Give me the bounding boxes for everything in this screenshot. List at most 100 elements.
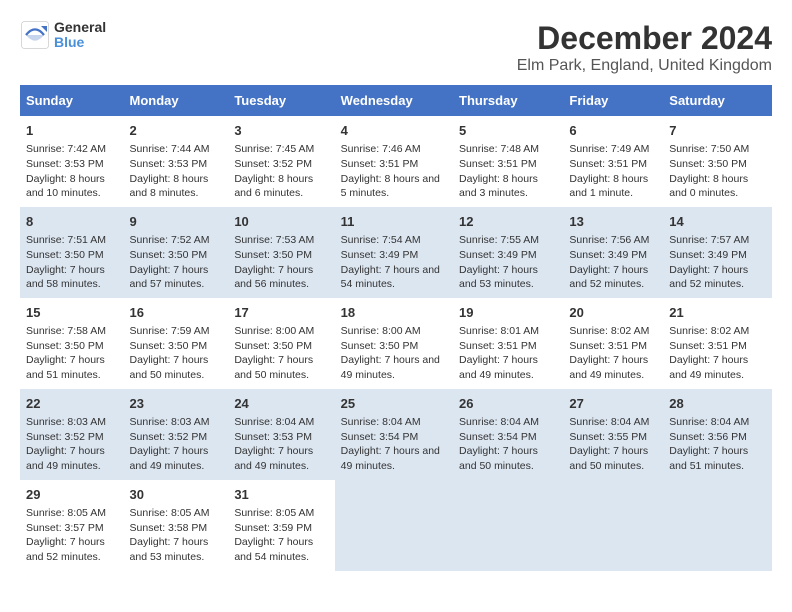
- day-number: 9: [130, 213, 223, 231]
- table-row: 15Sunrise: 7:58 AM Sunset: 3:50 PM Dayli…: [20, 298, 772, 389]
- header-row: Sunday Monday Tuesday Wednesday Thursday…: [20, 85, 772, 116]
- day-number: 16: [130, 304, 223, 322]
- day-info: Sunrise: 8:00 AM Sunset: 3:50 PM Dayligh…: [341, 324, 447, 383]
- table-row: 29 Sunrise: 8:05 AM Sunset: 3:57 PM Dayli…: [20, 480, 772, 571]
- table-cell: 25Sunrise: 8:04 AM Sunset: 3:54 PM Dayli…: [335, 389, 453, 480]
- table-cell: 3 Sunrise: 7:45 AM Sunset: 3:52 PM Daylig…: [228, 116, 334, 207]
- day-number: 24: [234, 395, 328, 413]
- table-cell: 16 Sunrise: 7:59 AM Sunset: 3:50 PM Dayli…: [124, 298, 229, 389]
- day-info: Sunrise: 8:04 AM Sunset: 3:54 PM Dayligh…: [459, 415, 557, 474]
- table-cell: 31 Sunrise: 8:05 AM Sunset: 3:59 PM Dayli…: [228, 480, 334, 571]
- day-number: 22: [26, 395, 118, 413]
- day-info: Sunrise: 8:02 AM Sunset: 3:51 PM Dayligh…: [669, 324, 766, 383]
- day-info: Sunrise: 8:05 AM Sunset: 3:59 PM Dayligh…: [234, 506, 328, 565]
- table-cell: 18 Sunrise: 8:00 AM Sunset: 3:50 PM Dayli…: [335, 298, 453, 389]
- logo: General Blue: [20, 20, 106, 51]
- day-info: Sunrise: 7:52 AM Sunset: 3:50 PM Dayligh…: [130, 233, 223, 292]
- day-info: Sunrise: 7:57 AM Sunset: 3:49 PM Dayligh…: [669, 233, 766, 292]
- table-cell: 4 Sunrise: 7:46 AM Sunset: 3:51 PM Daylig…: [335, 116, 453, 207]
- table-cell: 11Sunrise: 7:54 AM Sunset: 3:49 PM Dayli…: [335, 207, 453, 298]
- table-cell: [335, 480, 453, 571]
- day-number: 14: [669, 213, 766, 231]
- day-number: 2: [130, 122, 223, 140]
- day-number: 5: [459, 122, 557, 140]
- day-number: 28: [669, 395, 766, 413]
- day-info: Sunrise: 8:05 AM Sunset: 3:57 PM Dayligh…: [26, 506, 118, 565]
- day-number: 25: [341, 395, 447, 413]
- day-number: 1: [26, 122, 118, 140]
- subtitle: Elm Park, England, United Kingdom: [517, 57, 772, 75]
- day-number: 30: [130, 486, 223, 504]
- day-number: 20: [569, 304, 657, 322]
- table-cell: 17Sunrise: 8:00 AM Sunset: 3:50 PM Dayli…: [228, 298, 334, 389]
- table-cell: 13 Sunrise: 7:56 AM Sunset: 3:49 PM Dayli…: [563, 207, 663, 298]
- table-cell: 14 Sunrise: 7:57 AM Sunset: 3:49 PM Dayli…: [663, 207, 772, 298]
- day-info: Sunrise: 8:02 AM Sunset: 3:51 PM Dayligh…: [569, 324, 657, 383]
- table-cell: 5 Sunrise: 7:48 AM Sunset: 3:51 PM Daylig…: [453, 116, 563, 207]
- table-cell: 10Sunrise: 7:53 AM Sunset: 3:50 PM Dayli…: [228, 207, 334, 298]
- table-cell: 21 Sunrise: 8:02 AM Sunset: 3:51 PM Dayli…: [663, 298, 772, 389]
- day-info: Sunrise: 7:56 AM Sunset: 3:49 PM Dayligh…: [569, 233, 657, 292]
- day-info: Sunrise: 8:04 AM Sunset: 3:53 PM Dayligh…: [234, 415, 328, 474]
- table-cell: 6 Sunrise: 7:49 AM Sunset: 3:51 PM Daylig…: [563, 116, 663, 207]
- day-info: Sunrise: 7:48 AM Sunset: 3:51 PM Dayligh…: [459, 142, 557, 201]
- header: General Blue December 2024 Elm Park, Eng…: [20, 20, 772, 75]
- day-info: Sunrise: 7:42 AM Sunset: 3:53 PM Dayligh…: [26, 142, 118, 201]
- day-info: Sunrise: 8:00 AM Sunset: 3:50 PM Dayligh…: [234, 324, 328, 383]
- day-info: Sunrise: 7:49 AM Sunset: 3:51 PM Dayligh…: [569, 142, 657, 201]
- main-title: December 2024: [517, 20, 772, 57]
- logo-icon: [20, 20, 50, 50]
- table-cell: 19Sunrise: 8:01 AM Sunset: 3:51 PM Dayli…: [453, 298, 563, 389]
- calendar-table: Sunday Monday Tuesday Wednesday Thursday…: [20, 85, 772, 571]
- table-cell: [563, 480, 663, 571]
- day-info: Sunrise: 7:46 AM Sunset: 3:51 PM Dayligh…: [341, 142, 447, 201]
- day-number: 21: [669, 304, 766, 322]
- day-number: 8: [26, 213, 118, 231]
- logo-line2: Blue: [54, 35, 106, 50]
- day-info: Sunrise: 7:44 AM Sunset: 3:53 PM Dayligh…: [130, 142, 223, 201]
- day-info: Sunrise: 7:51 AM Sunset: 3:50 PM Dayligh…: [26, 233, 118, 292]
- table-cell: 30Sunrise: 8:05 AM Sunset: 3:58 PM Dayli…: [124, 480, 229, 571]
- day-info: Sunrise: 8:03 AM Sunset: 3:52 PM Dayligh…: [26, 415, 118, 474]
- day-number: 4: [341, 122, 447, 140]
- table-cell: 7 Sunrise: 7:50 AM Sunset: 3:50 PM Daylig…: [663, 116, 772, 207]
- day-number: 18: [341, 304, 447, 322]
- col-sunday: Sunday: [20, 85, 124, 116]
- table-cell: 8 Sunrise: 7:51 AM Sunset: 3:50 PM Daylig…: [20, 207, 124, 298]
- day-number: 3: [234, 122, 328, 140]
- day-info: Sunrise: 8:04 AM Sunset: 3:55 PM Dayligh…: [569, 415, 657, 474]
- day-info: Sunrise: 8:04 AM Sunset: 3:56 PM Dayligh…: [669, 415, 766, 474]
- day-number: 27: [569, 395, 657, 413]
- table-cell: 9 Sunrise: 7:52 AM Sunset: 3:50 PM Daylig…: [124, 207, 229, 298]
- logo-text: General Blue: [54, 20, 106, 51]
- day-number: 7: [669, 122, 766, 140]
- table-cell: 27 Sunrise: 8:04 AM Sunset: 3:55 PM Dayli…: [563, 389, 663, 480]
- col-friday: Friday: [563, 85, 663, 116]
- day-number: 23: [130, 395, 223, 413]
- day-number: 10: [234, 213, 328, 231]
- day-number: 31: [234, 486, 328, 504]
- table-cell: 22 Sunrise: 8:03 AM Sunset: 3:52 PM Dayli…: [20, 389, 124, 480]
- day-number: 13: [569, 213, 657, 231]
- table-cell: 29 Sunrise: 8:05 AM Sunset: 3:57 PM Dayli…: [20, 480, 124, 571]
- day-info: Sunrise: 7:55 AM Sunset: 3:49 PM Dayligh…: [459, 233, 557, 292]
- table-cell: 24 Sunrise: 8:04 AM Sunset: 3:53 PM Dayli…: [228, 389, 334, 480]
- table-cell: 1 Sunrise: 7:42 AM Sunset: 3:53 PM Daylig…: [20, 116, 124, 207]
- logo-line1: General: [54, 20, 106, 35]
- day-info: Sunrise: 7:59 AM Sunset: 3:50 PM Dayligh…: [130, 324, 223, 383]
- day-number: 6: [569, 122, 657, 140]
- table-cell: 26Sunrise: 8:04 AM Sunset: 3:54 PM Dayli…: [453, 389, 563, 480]
- day-number: 11: [341, 213, 447, 231]
- col-tuesday: Tuesday: [228, 85, 334, 116]
- day-info: Sunrise: 7:45 AM Sunset: 3:52 PM Dayligh…: [234, 142, 328, 201]
- day-number: 12: [459, 213, 557, 231]
- col-monday: Monday: [124, 85, 229, 116]
- table-row: 22 Sunrise: 8:03 AM Sunset: 3:52 PM Dayli…: [20, 389, 772, 480]
- day-number: 29: [26, 486, 118, 504]
- table-cell: [663, 480, 772, 571]
- day-info: Sunrise: 7:50 AM Sunset: 3:50 PM Dayligh…: [669, 142, 766, 201]
- col-thursday: Thursday: [453, 85, 563, 116]
- table-cell: 20 Sunrise: 8:02 AM Sunset: 3:51 PM Dayli…: [563, 298, 663, 389]
- table-cell: 28 Sunrise: 8:04 AM Sunset: 3:56 PM Dayli…: [663, 389, 772, 480]
- table-cell: 12 Sunrise: 7:55 AM Sunset: 3:49 PM Dayli…: [453, 207, 563, 298]
